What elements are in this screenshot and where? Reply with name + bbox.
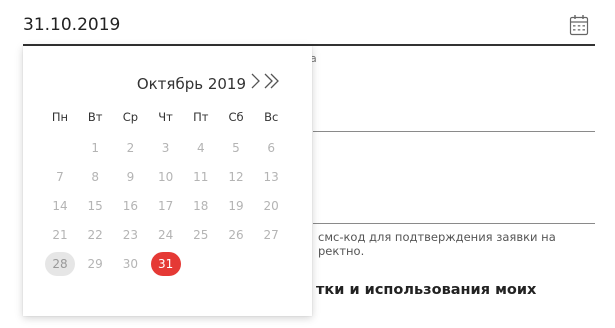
datepicker-popup: Октябрь 2019 Пн Вт Ср Чт Пт Сб Вс 1 2 3 4 5 6 7 8 9 10 1… — [23, 46, 312, 316]
day-cell[interactable]: 12 — [221, 165, 251, 189]
double-chevron-right-icon[interactable] — [263, 70, 281, 92]
calendar-icon[interactable] — [569, 14, 589, 36]
day-cell[interactable]: 26 — [221, 223, 251, 247]
input-underline — [313, 223, 595, 224]
day-cell[interactable]: 8 — [80, 165, 110, 189]
day-cell[interactable]: 30 — [115, 252, 145, 276]
day-cell[interactable]: 14 — [45, 194, 75, 218]
day-cell[interactable]: 4 — [186, 136, 216, 160]
day-cell[interactable]: 19 — [221, 194, 251, 218]
day-cell[interactable]: 22 — [80, 223, 110, 247]
day-cell[interactable]: 27 — [256, 223, 286, 247]
weekday-label: Ср — [122, 110, 139, 124]
day-cell[interactable]: 5 — [221, 136, 251, 160]
weekday-label: Чт — [158, 110, 173, 124]
day-cell[interactable]: 2 — [115, 136, 145, 160]
day-cell[interactable]: 1 — [80, 136, 110, 160]
day-cell[interactable]: 3 — [151, 136, 181, 160]
day-cell[interactable]: 10 — [151, 165, 181, 189]
day-cell[interactable]: 20 — [256, 194, 286, 218]
day-cell[interactable]: 23 — [115, 223, 145, 247]
chevron-right-icon[interactable] — [249, 70, 263, 92]
month-title: Октябрь 2019 — [136, 75, 246, 93]
sms-hint-line: ректно. — [318, 244, 365, 258]
day-cell[interactable]: 18 — [186, 194, 216, 218]
input-underline — [313, 131, 595, 132]
consent-text-fragment: тки и использования моих — [316, 282, 537, 298]
day-cell[interactable]: 6 — [256, 136, 286, 160]
sms-hint-line: смс-код для подтверждения заявки на — [318, 230, 556, 244]
weekday-label: Вс — [264, 110, 279, 124]
day-cell-selected[interactable]: 31 — [150, 252, 181, 276]
day-cell[interactable]: 21 — [45, 223, 75, 247]
day-cell[interactable]: 25 — [186, 223, 216, 247]
date-input-value[interactable]: 31.10.2019 — [23, 15, 120, 35]
weekday-label: Вт — [87, 110, 103, 124]
day-cell[interactable]: 13 — [256, 165, 286, 189]
day-cell[interactable]: 15 — [80, 194, 110, 218]
day-cell[interactable]: 7 — [45, 165, 75, 189]
day-cell[interactable]: 24 — [151, 223, 181, 247]
weekday-label: Сб — [228, 110, 244, 124]
weekday-label: Пт — [193, 110, 209, 124]
day-cell[interactable]: 11 — [186, 165, 216, 189]
date-field[interactable]: 31.10.2019 — [23, 6, 595, 46]
day-cell[interactable]: 29 — [80, 252, 110, 276]
day-cell[interactable]: 17 — [151, 194, 181, 218]
sms-hint-text: смс-код для подтверждения заявки на рект… — [318, 230, 598, 258]
weekday-header: Пн Вт Ср Чт Пт Сб Вс — [45, 110, 311, 126]
day-cell[interactable]: 9 — [115, 165, 145, 189]
day-cell-today[interactable]: 28 — [45, 252, 75, 276]
day-cell[interactable]: 16 — [115, 194, 145, 218]
weekday-label: Пн — [51, 110, 69, 124]
